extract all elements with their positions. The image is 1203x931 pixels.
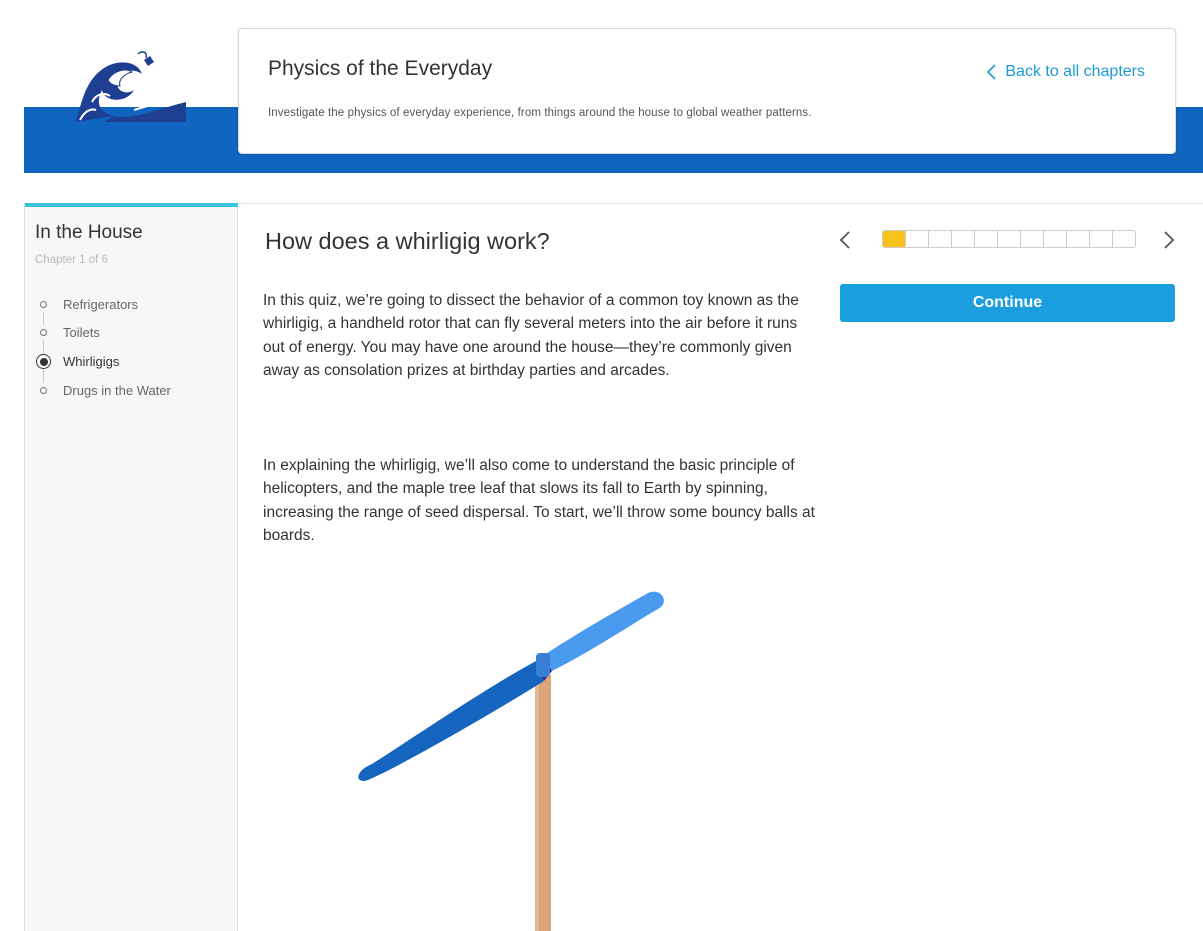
quiz-intro-paragraph-1: In this quiz, we’re going to dissect the…: [263, 292, 799, 380]
sidebar-item-whirligigs[interactable]: Whirligigs: [36, 354, 119, 369]
quiz-intro-paragraph-2: In explaining the whirligig, we’ll also …: [263, 457, 815, 545]
progress-segment: [1067, 231, 1090, 247]
sidebar-item-label: Whirligigs: [63, 354, 120, 369]
chapter-subtitle: Chapter 1 of 6: [35, 254, 108, 266]
nav-bullet: [36, 297, 51, 312]
progress-segment: [1090, 231, 1113, 247]
whirligig-illustration: [358, 591, 664, 931]
quiz-title: How does a whirligig work?: [265, 228, 550, 254]
course-header-card: Physics of the Everyday Investigate the …: [238, 28, 1176, 154]
course-description: Investigate the physics of everyday expe…: [268, 107, 812, 119]
back-link-label: Back to all chapters: [1005, 63, 1145, 80]
course-title: Physics of the Everyday: [268, 57, 493, 80]
progress-segment: [952, 231, 975, 247]
sidebar-item-drugs-in-the-water[interactable]: Drugs in the Water: [36, 383, 171, 398]
sidebar-item-toilets[interactable]: Toilets: [36, 325, 100, 340]
chapter-sidebar: In the House Chapter 1 of 6 Refrigerator…: [24, 203, 238, 931]
progress-segment: [998, 231, 1021, 247]
progress-segment: [906, 231, 929, 247]
back-to-chapters-link[interactable]: Back to all chapters: [987, 63, 1145, 81]
progress-segment: [1021, 231, 1044, 247]
progress-segment: [975, 231, 998, 247]
sidebar-accent-bar: [25, 203, 238, 207]
progress-segment: [883, 231, 906, 247]
quiz-progress-bar: [882, 230, 1136, 248]
chapter-title: In the House: [35, 222, 143, 243]
progress-segment: [929, 231, 952, 247]
nav-bullet: [36, 325, 51, 340]
nav-bullet: [36, 383, 51, 398]
sidebar-item-label: Refrigerators: [63, 297, 139, 312]
nav-timeline-line: [43, 306, 44, 392]
continue-button[interactable]: Continue: [840, 284, 1175, 322]
chevron-left-icon: [987, 64, 996, 80]
progress-segment: [1113, 231, 1135, 247]
nav-bullet-active: [36, 354, 51, 369]
sidebar-item-label: Drugs in the Water: [63, 383, 171, 398]
sidebar-item-refrigerators[interactable]: Refrigerators: [36, 297, 138, 312]
next-page-icon[interactable]: [1161, 228, 1177, 252]
previous-page-icon[interactable]: [837, 228, 853, 252]
progress-segment: [1044, 231, 1067, 247]
sidebar-item-label: Toilets: [63, 325, 100, 340]
great-wave-logo: [76, 51, 186, 122]
